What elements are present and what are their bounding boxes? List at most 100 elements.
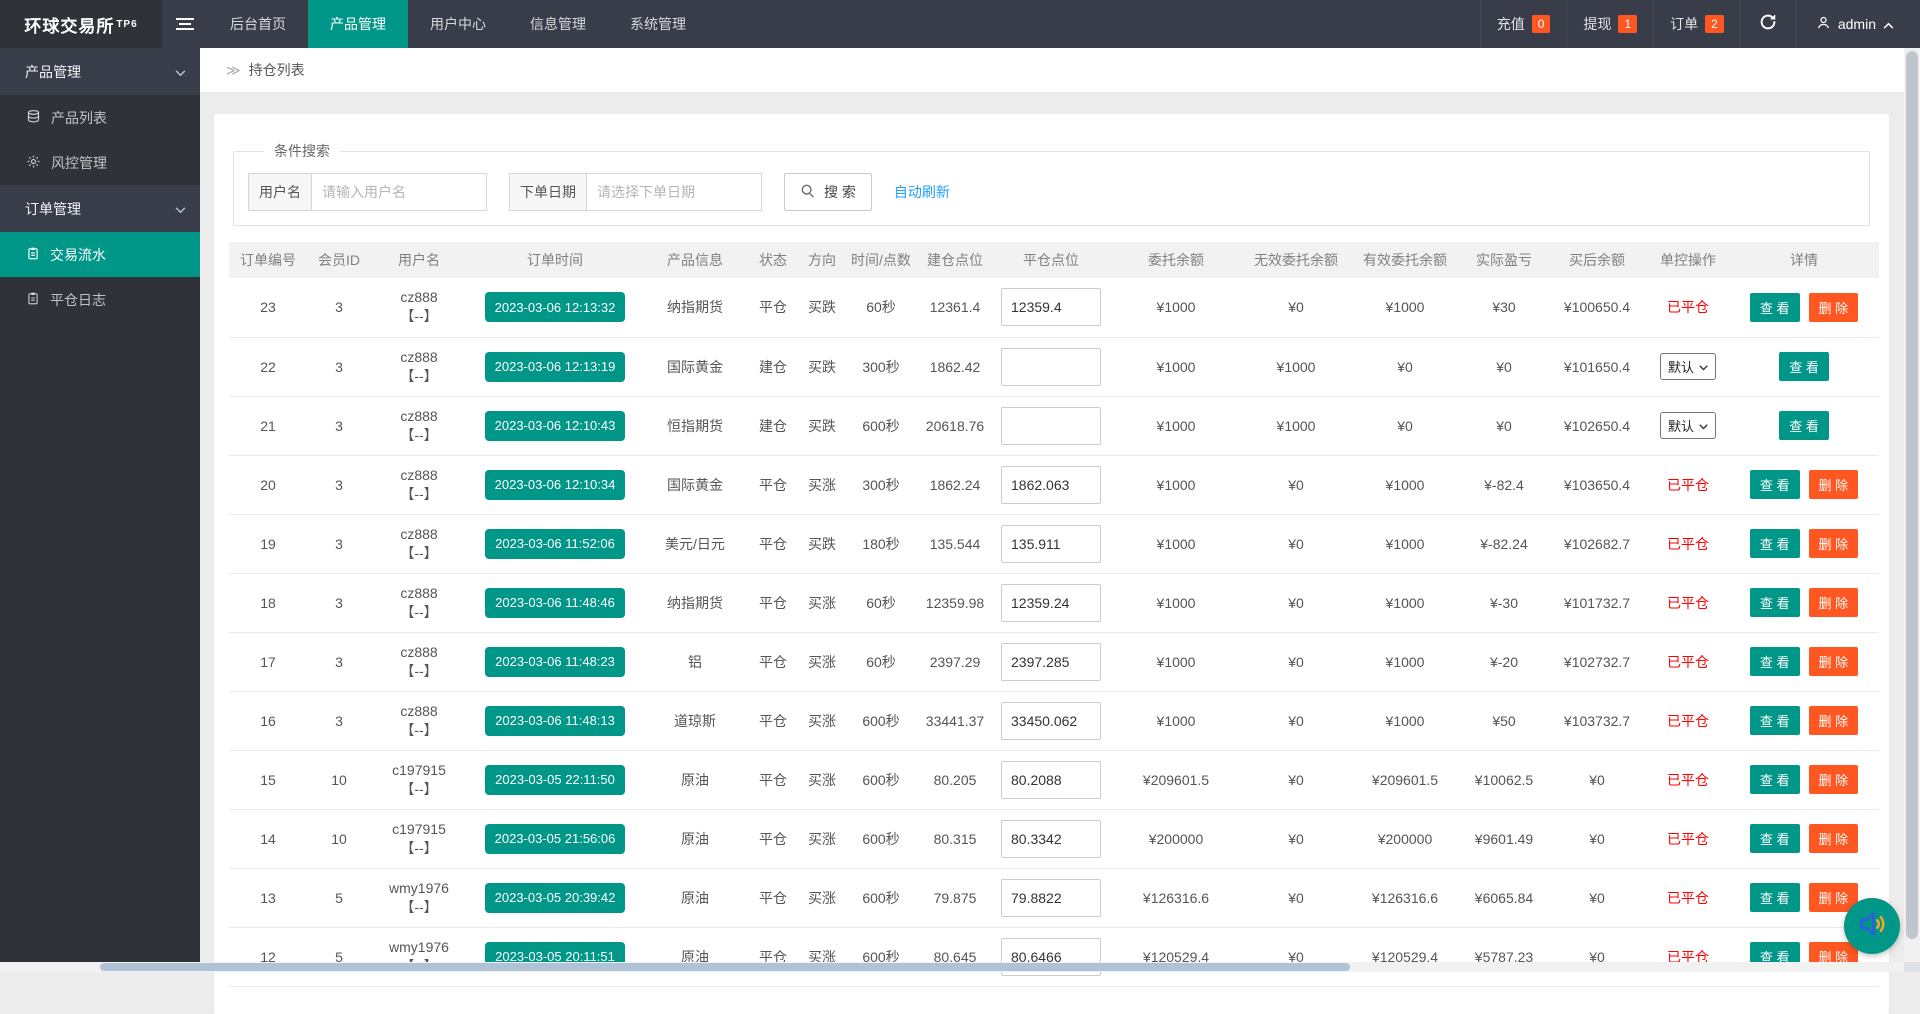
delete-button[interactable]: 删 除 <box>1809 588 1859 617</box>
view-button[interactable]: 查 看 <box>1750 647 1800 676</box>
view-button[interactable]: 查 看 <box>1750 765 1800 794</box>
chevron-down-icon <box>1699 418 1708 433</box>
close-point-input[interactable] <box>1001 288 1101 326</box>
sound-fab-button[interactable] <box>1844 898 1900 954</box>
cell-order-time: 2023-03-06 11:48:23 <box>467 632 643 691</box>
delete-button[interactable]: 删 除 <box>1809 824 1859 853</box>
username-label: 用户名 <box>248 173 311 211</box>
order-time-button[interactable]: 2023-03-06 12:13:32 <box>485 292 626 322</box>
username-text: wmy1976 <box>371 938 467 957</box>
column-header: 时间/点数 <box>845 242 917 278</box>
cell-entrust: ¥200000 <box>1109 809 1243 868</box>
delete-button[interactable]: 删 除 <box>1809 470 1859 499</box>
sidebar-group-label: 订单管理 <box>25 199 81 219</box>
horizontal-scrollbar-thumb[interactable] <box>100 963 1350 971</box>
username-sub-text: 【--】 <box>371 544 467 563</box>
sidebar-item-5[interactable]: 平仓日志 <box>0 277 200 322</box>
close-point-input[interactable] <box>1001 584 1101 622</box>
cell-valid-entrust: ¥1000 <box>1349 455 1461 514</box>
view-button[interactable]: 查 看 <box>1750 529 1800 558</box>
nav-item-1[interactable]: 产品管理 <box>308 0 408 48</box>
view-button[interactable]: 查 看 <box>1779 352 1829 381</box>
nav-item-3[interactable]: 信息管理 <box>508 0 608 48</box>
vertical-scrollbar-thumb[interactable] <box>1906 51 1918 939</box>
cell-status: 平仓 <box>747 632 799 691</box>
username-sub-text: 【--】 <box>371 367 467 386</box>
view-button[interactable]: 查 看 <box>1750 883 1800 912</box>
sidebar-group-0[interactable]: 产品管理 <box>0 48 200 95</box>
cell-actions: 查 看删 除 <box>1729 750 1879 809</box>
count-badge: 2 <box>1705 15 1724 33</box>
cell-control: 已平仓 <box>1647 927 1729 986</box>
order-time-button[interactable]: 2023-03-06 11:52:06 <box>485 529 625 559</box>
cell-control: 已平仓 <box>1647 455 1729 514</box>
cell-direction: 买跌 <box>799 514 845 573</box>
cell-open-point: 1862.24 <box>917 455 993 514</box>
cell-close-point <box>993 396 1109 455</box>
close-point-input[interactable] <box>1001 879 1101 917</box>
close-point-input[interactable] <box>1001 525 1101 563</box>
username-sub-text: 【--】 <box>371 839 467 858</box>
nav-item-4[interactable]: 系统管理 <box>608 0 708 48</box>
refresh-button[interactable] <box>1740 0 1795 48</box>
close-point-input[interactable] <box>1001 466 1101 504</box>
user-menu[interactable]: admin <box>1795 0 1920 48</box>
nav-chip-2[interactable]: 订单2 <box>1653 0 1740 48</box>
auto-refresh-link[interactable]: 自动刷新 <box>894 182 950 202</box>
delete-button[interactable]: 删 除 <box>1809 647 1859 676</box>
close-point-input[interactable] <box>1001 820 1101 858</box>
control-select-value: 默认 <box>1668 416 1694 435</box>
positions-table: 订单编号会员ID用户名订单时间产品信息状态方向时间/点数建仓点位平仓点位委托余额… <box>229 242 1879 987</box>
view-button[interactable]: 查 看 <box>1750 293 1800 322</box>
view-button[interactable]: 查 看 <box>1750 588 1800 617</box>
order-time-button[interactable]: 2023-03-05 21:56:06 <box>485 824 626 854</box>
delete-button[interactable]: 删 除 <box>1809 706 1859 735</box>
table-row: 203cz888【--】2023-03-06 12:10:34国际黄金平仓买涨3… <box>229 455 1879 514</box>
order-time-button[interactable]: 2023-03-05 22:11:50 <box>485 765 625 795</box>
close-point-input[interactable] <box>1001 702 1101 740</box>
view-button[interactable]: 查 看 <box>1750 824 1800 853</box>
order-time-button[interactable]: 2023-03-06 12:10:34 <box>485 470 626 500</box>
order-time-button[interactable]: 2023-03-06 12:10:43 <box>485 411 626 441</box>
order-time-button[interactable]: 2023-03-06 11:48:23 <box>485 647 625 677</box>
cell-close-point <box>993 337 1109 396</box>
view-button[interactable]: 查 看 <box>1779 411 1829 440</box>
cell-order-time: 2023-03-06 11:48:13 <box>467 691 643 750</box>
closed-status-label: 已平仓 <box>1667 890 1709 906</box>
view-button[interactable]: 查 看 <box>1750 470 1800 499</box>
view-button[interactable]: 查 看 <box>1750 706 1800 735</box>
control-select[interactable]: 默认 <box>1660 353 1716 380</box>
search-button[interactable]: 搜 索 <box>784 173 872 211</box>
sidebar-toggle-button[interactable] <box>162 0 208 48</box>
order-date-input[interactable] <box>586 173 762 211</box>
nav-chip-1[interactable]: 提现1 <box>1566 0 1653 48</box>
username-input[interactable] <box>311 173 487 211</box>
order-time-button[interactable]: 2023-03-06 11:48:13 <box>485 706 625 736</box>
sidebar-item-2[interactable]: 风控管理 <box>0 140 200 185</box>
cell-product: 美元/日元 <box>643 514 747 573</box>
close-point-input[interactable] <box>1001 348 1101 386</box>
control-select[interactable]: 默认 <box>1660 412 1716 439</box>
vertical-scrollbar[interactable] <box>1904 48 1920 972</box>
cell-order-id: 19 <box>229 514 307 573</box>
sidebar-item-1[interactable]: 产品列表 <box>0 95 200 140</box>
nav-item-0[interactable]: 后台首页 <box>208 0 308 48</box>
delete-button[interactable]: 删 除 <box>1809 293 1859 322</box>
cell-after-balance: ¥0 <box>1547 927 1647 986</box>
username-text: cz888 <box>371 348 467 367</box>
cell-close-point <box>993 455 1109 514</box>
close-point-input[interactable] <box>1001 761 1101 799</box>
delete-button[interactable]: 删 除 <box>1809 529 1859 558</box>
order-time-button[interactable]: 2023-03-05 20:39:42 <box>485 883 626 913</box>
cell-after-balance: ¥0 <box>1547 750 1647 809</box>
order-time-button[interactable]: 2023-03-06 12:13:19 <box>485 352 626 382</box>
sidebar-group-3[interactable]: 订单管理 <box>0 185 200 232</box>
nav-chip-0[interactable]: 充值0 <box>1480 0 1567 48</box>
sidebar-item-4[interactable]: 交易流水 <box>0 232 200 277</box>
nav-item-2[interactable]: 用户中心 <box>408 0 508 48</box>
close-point-input[interactable] <box>1001 407 1101 445</box>
order-time-button[interactable]: 2023-03-06 11:48:46 <box>485 588 625 618</box>
delete-button[interactable]: 删 除 <box>1809 765 1859 794</box>
horizontal-scrollbar[interactable] <box>0 962 1904 972</box>
close-point-input[interactable] <box>1001 643 1101 681</box>
